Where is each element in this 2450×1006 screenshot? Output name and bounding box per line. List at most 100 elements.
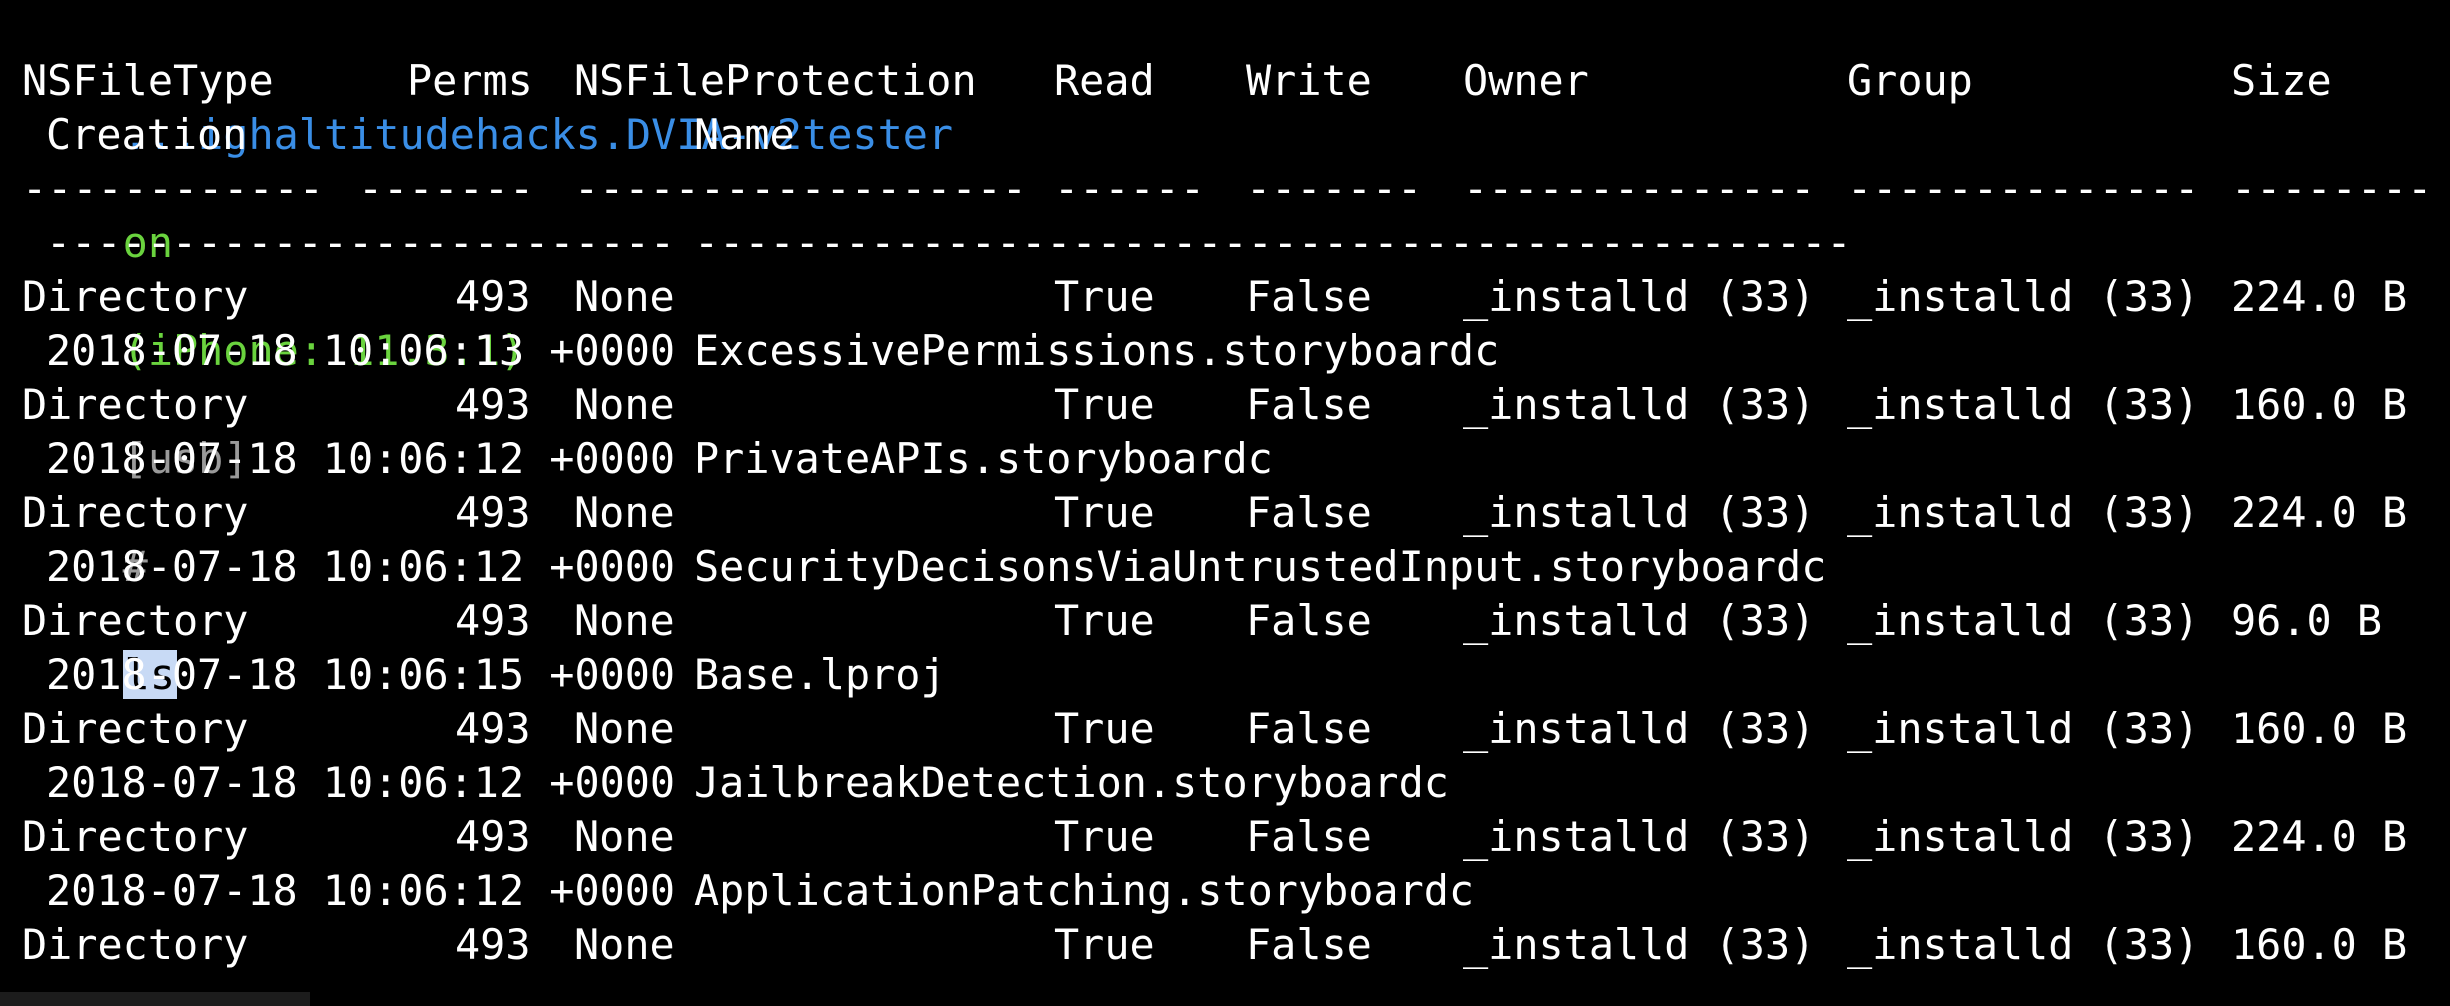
row-perms: 493 [455,380,531,429]
row-name: PrivateAPIs.storyboardc [694,434,1273,483]
row-perms: 493 [455,704,531,753]
row-write: False [1246,380,1372,429]
row-size: 96.0 B [2231,596,2382,645]
table-row-continued: 2018-07-18 10:06:12 +0000 PrivateAPIs.st… [0,432,2450,486]
row-group: _installd (33) [1847,596,2200,645]
row-name: ExcessivePermissions.storyboardc [694,326,1500,375]
row-owner: _installd (33) [1463,920,1816,969]
row-perms: 493 [455,272,531,321]
header-perms: Perms [407,56,533,105]
row-type: Directory [22,920,249,969]
row-owner: _installd (33) [1463,488,1816,537]
separator-group: -------------- [1847,164,2200,213]
row-protection: None [574,920,675,969]
row-creation: 2018-07-18 10:06:13 +0000 [46,326,676,375]
row-write: False [1246,920,1372,969]
row-owner: _installd (33) [1463,704,1816,753]
row-protection: None [574,488,675,537]
row-type: Directory [22,704,249,753]
row-creation: 2018-07-18 10:06:15 +0000 [46,650,676,699]
separator-write: ------- [1246,164,1423,213]
row-read: True [1054,596,1155,645]
row-group: _installd (33) [1847,704,2200,753]
row-protection: None [574,272,675,321]
table-row-continued: 2018-07-18 10:06:12 +0000 SecurityDeciso… [0,540,2450,594]
row-size: 160.0 B [2231,380,2408,429]
row-write: False [1246,704,1372,753]
header-creation: Creation [46,110,248,159]
row-type: Directory [22,488,249,537]
row-creation: 2018-07-18 10:06:12 +0000 [46,434,676,483]
row-protection: None [574,704,675,753]
table-row: Directory 493 None True False _installd … [0,486,2450,540]
row-creation: 2018-07-18 10:06:12 +0000 [46,542,676,591]
row-owner: _installd (33) [1463,812,1816,861]
header-group: Group [1847,56,1973,105]
separator-owner: -------------- [1463,164,1816,213]
row-type: Directory [22,596,249,645]
row-write: False [1246,812,1372,861]
previous-line-fragment: P [44,0,69,8]
table-row-continued: 2018-07-18 10:06:12 +0000 ApplicationPat… [0,864,2450,918]
row-write: False [1246,596,1372,645]
row-type: Directory [22,272,249,321]
row-protection: None [574,380,675,429]
row-protection: None [574,596,675,645]
row-name: SecurityDecisonsViaUntrustedInput.storyb… [694,542,1827,591]
table-row: Directory 493 None True False _installd … [0,594,2450,648]
row-read: True [1054,704,1155,753]
separator-protection: ------------------ [574,164,1027,213]
header-owner: Owner [1463,56,1589,105]
table-row: Directory 493 None True False _installd … [0,918,2450,972]
row-size: 224.0 B [2231,488,2408,537]
header-write: Write [1246,56,1372,105]
row-size: 224.0 B [2231,812,2408,861]
row-perms: 493 [455,920,531,969]
header-separator-continued: ------------------------- --------------… [0,216,2450,270]
row-name: JailbreakDetection.storyboardc [694,758,1449,807]
prompt-line: P ...ighaltitudehacks.DVIA-v2tester on (… [22,0,953,699]
row-owner: _installd (33) [1463,380,1816,429]
header-protection: NSFileProtection [574,56,977,105]
row-perms: 493 [455,812,531,861]
header-read: Read [1054,56,1155,105]
table-header: NSFileType Perms NSFileProtection Read W… [0,54,2450,108]
separator-read: ------ [1054,164,1205,213]
separator-perms: ------- [358,164,535,213]
header-separator: ------------ ------- ------------------ … [0,162,2450,216]
row-group: _installd (33) [1847,812,2200,861]
table-row: Directory 493 None True False _installd … [0,810,2450,864]
row-read: True [1054,380,1155,429]
table-row-continued: 2018-07-18 10:06:15 +0000 Base.lproj [0,648,2450,702]
row-type: Directory [22,812,249,861]
table-row: Directory 493 None True False _installd … [0,270,2450,324]
row-size: 160.0 B [2231,704,2408,753]
row-size: 160.0 B [2231,920,2408,969]
table-row: Directory 493 None True False _installd … [0,378,2450,432]
separator-creation: ------------------------- [46,218,676,267]
row-name: ApplicationPatching.storyboardc [694,866,1475,915]
row-group: _installd (33) [1847,380,2200,429]
table-row-continued: 2018-07-18 10:06:13 +0000 ExcessivePermi… [0,324,2450,378]
window-bottom-edge [0,992,310,1006]
separator-size: -------- [2231,164,2433,213]
row-read: True [1054,920,1155,969]
row-type: Directory [22,380,249,429]
row-protection: None [574,812,675,861]
row-read: True [1054,488,1155,537]
row-write: False [1246,488,1372,537]
row-group: _installd (33) [1847,920,2200,969]
row-owner: _installd (33) [1463,596,1816,645]
row-perms: 493 [455,488,531,537]
row-creation: 2018-07-18 10:06:12 +0000 [46,866,676,915]
row-group: _installd (33) [1847,488,2200,537]
separator-name: ----------------------------------------… [694,218,1852,267]
row-creation: 2018-07-18 10:06:12 +0000 [46,758,676,807]
header-type: NSFileType [22,56,274,105]
terminal-window[interactable]: P ...ighaltitudehacks.DVIA-v2tester on (… [0,0,2450,1006]
row-read: True [1054,272,1155,321]
row-owner: _installd (33) [1463,272,1816,321]
header-size: Size [2231,56,2332,105]
row-perms: 493 [455,596,531,645]
row-size: 224.0 B [2231,272,2408,321]
